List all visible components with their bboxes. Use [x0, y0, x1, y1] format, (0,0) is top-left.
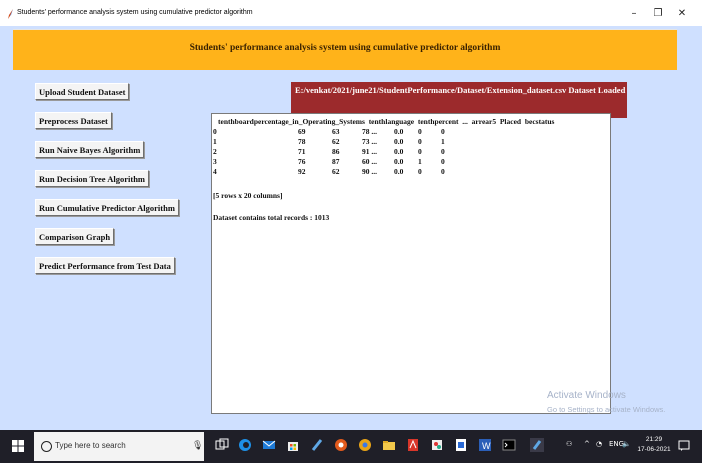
people-icon[interactable]: ⚇	[566, 440, 572, 448]
python-icon[interactable]	[310, 438, 324, 452]
window-title: Students' performance analysis system us…	[17, 9, 253, 16]
pdf-reader-icon[interactable]	[406, 438, 420, 452]
page-title: Students' performance analysis system us…	[189, 43, 501, 53]
chrome-icon[interactable]	[358, 438, 372, 452]
terminal-icon[interactable]	[502, 438, 516, 452]
windows-start-icon[interactable]	[12, 440, 24, 452]
activate-windows-title: Activate Windows	[547, 390, 626, 401]
clock-time: 21:29	[645, 436, 663, 443]
clock-date: 17-06-2021	[637, 446, 671, 453]
cortana-icon	[41, 441, 52, 452]
window-titlebar: Students' performance analysis system us…	[0, 0, 702, 26]
preprocess-dataset-button[interactable]: Preprocess Dataset	[35, 112, 112, 129]
paint-icon[interactable]	[430, 438, 444, 452]
edge-icon[interactable]	[238, 438, 252, 452]
media-icon[interactable]	[334, 438, 348, 452]
notifications-icon[interactable]	[678, 440, 690, 452]
word-icon[interactable]: W	[478, 438, 492, 452]
windows-taskbar: Type here to search 🎙 W ⚇ ^ ◔ ENG 🔈 21:2…	[0, 430, 702, 463]
search-placeholder: Type here to search	[55, 441, 126, 450]
dataframe-header: tenthboardpercentage_in_Operating_System…	[218, 117, 555, 126]
chevron-up-icon[interactable]: ^	[584, 440, 590, 448]
app-header: Students' performance analysis system us…	[13, 29, 677, 70]
close-button[interactable]: ✕	[670, 5, 694, 23]
task-view-icon[interactable]	[215, 438, 229, 452]
volume-icon[interactable]: 🔈	[622, 440, 631, 448]
dataset-loaded-text: E:/venkat/2021/june21/StudentPerformance…	[295, 85, 626, 95]
mail-icon[interactable]	[262, 438, 276, 452]
feather-icon	[8, 9, 13, 19]
file-explorer-icon[interactable]	[382, 438, 396, 452]
shape-note: [5 rows x 20 columns]	[213, 191, 283, 200]
minimize-button[interactable]: –	[622, 5, 646, 23]
comparison-graph-button[interactable]: Comparison Graph	[35, 228, 115, 245]
taskbar-clock[interactable]: 21:29 17-06-2021	[636, 435, 672, 455]
network-icon[interactable]: ◔	[596, 440, 602, 448]
run-decision-tree-button[interactable]: Run Decision Tree Algorithm	[35, 170, 150, 187]
output-textarea[interactable]: tenthboardpercentage_in_Operating_System…	[211, 113, 611, 414]
microphone-icon[interactable]: 🎙	[192, 441, 203, 451]
document-viewer-icon[interactable]	[454, 438, 468, 452]
activate-windows-subtitle: Go to Settings to activate Windows.	[547, 405, 666, 414]
python-app-running-icon[interactable]	[530, 438, 544, 452]
taskbar-search[interactable]: Type here to search 🎙	[34, 432, 204, 461]
run-naive-bayes-button[interactable]: Run Naive Bayes Algorithm	[35, 141, 145, 158]
svg-text:W: W	[482, 441, 491, 451]
store-icon[interactable]	[286, 438, 300, 452]
app-client-area: Students' performance analysis system us…	[0, 26, 702, 430]
run-cumulative-predictor-button[interactable]: Run Cumulative Predictor Algorithm	[35, 199, 179, 216]
upload-dataset-button[interactable]: Upload Student Dataset	[35, 83, 130, 100]
total-records-text: Dataset contains total records : 1013	[213, 213, 330, 222]
predict-performance-button[interactable]: Predict Performance from Test Data	[35, 257, 175, 274]
maximize-button[interactable]: ❐	[646, 5, 670, 23]
